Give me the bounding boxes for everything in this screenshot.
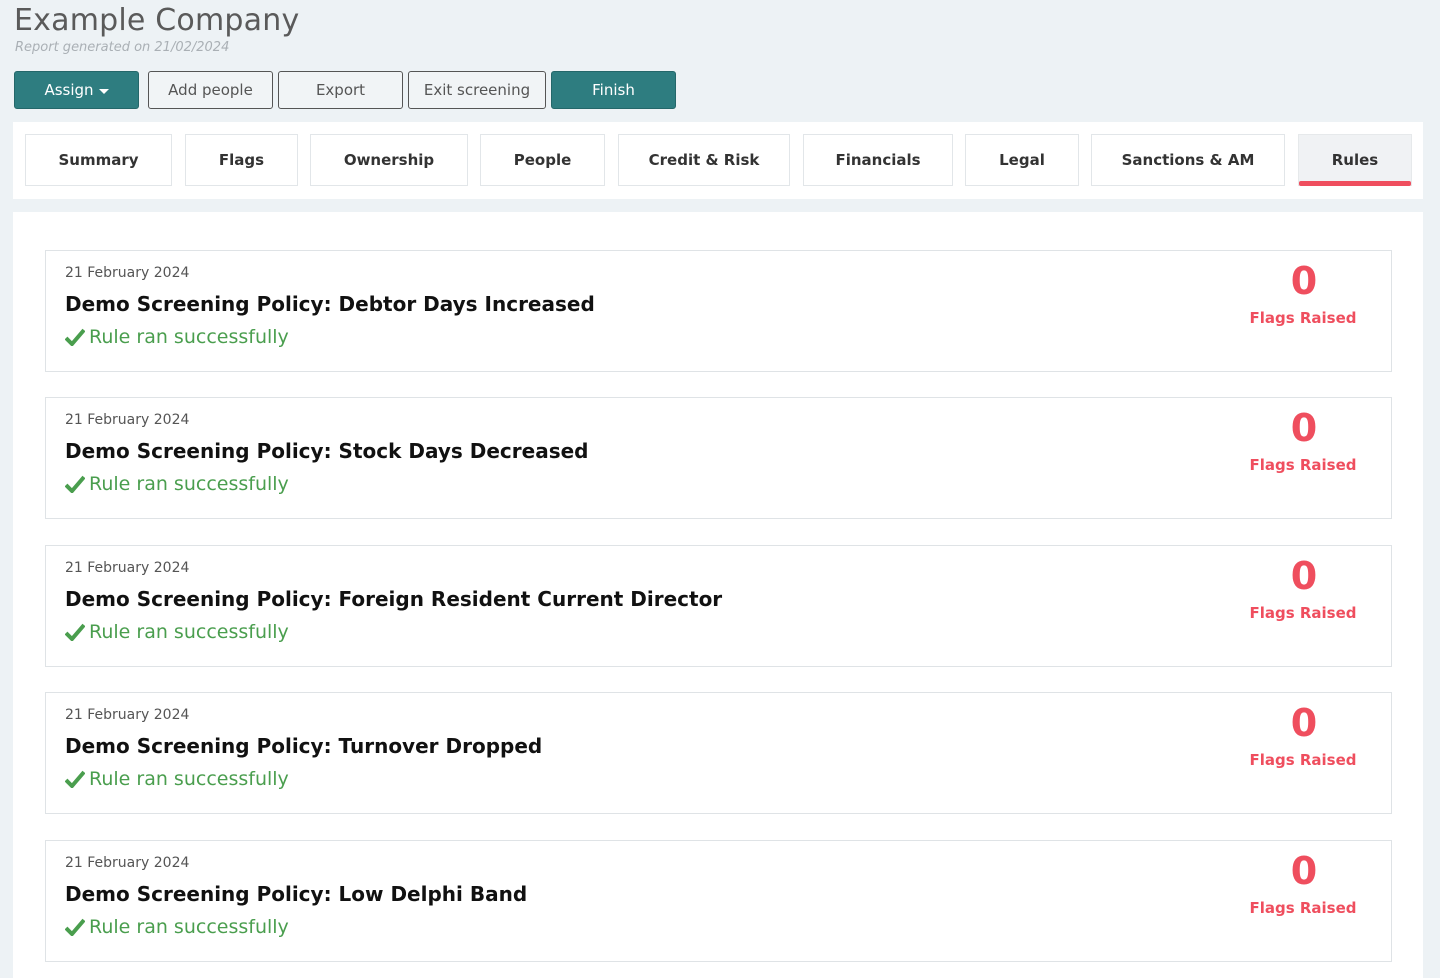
tab-flags[interactable]: Flags bbox=[185, 134, 298, 186]
check-icon bbox=[65, 623, 85, 641]
flags-raised-label: Flags Raised bbox=[1249, 751, 1357, 769]
tab-rules[interactable]: Rules bbox=[1298, 134, 1412, 186]
rule-date: 21 February 2024 bbox=[65, 707, 190, 723]
rule-date: 21 February 2024 bbox=[65, 412, 190, 428]
rule-date: 21 February 2024 bbox=[65, 560, 190, 576]
flags-count: 0 bbox=[1290, 259, 1318, 303]
rule-title: Demo Screening Policy: Turnover Dropped bbox=[65, 734, 543, 758]
exit-screening-button[interactable]: Exit screening bbox=[408, 71, 546, 109]
rule-card: 21 February 2024 Demo Screening Policy: … bbox=[45, 545, 1392, 667]
tab-legal[interactable]: Legal bbox=[965, 134, 1079, 186]
company-title: Example Company bbox=[14, 3, 300, 38]
rule-card: 21 February 2024 Demo Screening Policy: … bbox=[45, 840, 1392, 962]
rule-status: Rule ran successfully bbox=[65, 326, 289, 348]
rule-title: Demo Screening Policy: Foreign Resident … bbox=[65, 587, 723, 611]
rule-card: 21 February 2024 Demo Screening Policy: … bbox=[45, 692, 1392, 814]
rules-panel: 21 February 2024 Demo Screening Policy: … bbox=[13, 212, 1423, 978]
flags-count: 0 bbox=[1290, 849, 1318, 893]
flags-raised-label: Flags Raised bbox=[1249, 604, 1357, 622]
tab-financials[interactable]: Financials bbox=[803, 134, 953, 186]
rule-status: Rule ran successfully bbox=[65, 621, 289, 643]
check-icon bbox=[65, 475, 85, 493]
rule-date: 21 February 2024 bbox=[65, 855, 190, 871]
assign-button[interactable]: Assign bbox=[14, 71, 139, 109]
caret-down-icon bbox=[98, 88, 109, 94]
rule-status-text: Rule ran successfully bbox=[89, 326, 289, 348]
check-icon bbox=[65, 918, 85, 936]
flags-count: 0 bbox=[1290, 701, 1318, 745]
rule-status-text: Rule ran successfully bbox=[89, 621, 289, 643]
rule-date: 21 February 2024 bbox=[65, 265, 190, 281]
flags-count: 0 bbox=[1290, 406, 1318, 450]
export-button[interactable]: Export bbox=[278, 71, 403, 109]
rule-status: Rule ran successfully bbox=[65, 768, 289, 790]
flags-raised-label: Flags Raised bbox=[1249, 309, 1357, 327]
assign-label: Assign bbox=[44, 81, 94, 99]
rule-title: Demo Screening Policy: Stock Days Decrea… bbox=[65, 439, 589, 463]
rule-status-text: Rule ran successfully bbox=[89, 916, 289, 938]
finish-button[interactable]: Finish bbox=[551, 71, 676, 109]
tab-summary[interactable]: Summary bbox=[25, 134, 172, 186]
flags-count: 0 bbox=[1290, 554, 1318, 598]
check-icon bbox=[65, 770, 85, 788]
tab-ownership[interactable]: Ownership bbox=[310, 134, 468, 186]
rule-title: Demo Screening Policy: Low Delphi Band bbox=[65, 882, 528, 906]
rule-card: 21 February 2024 Demo Screening Policy: … bbox=[45, 397, 1392, 519]
add-people-button[interactable]: Add people bbox=[148, 71, 273, 109]
tab-people[interactable]: People bbox=[480, 134, 605, 186]
flags-raised-label: Flags Raised bbox=[1249, 899, 1357, 917]
check-icon bbox=[65, 328, 85, 346]
tab-sanctions-am[interactable]: Sanctions & AM bbox=[1091, 134, 1285, 186]
rule-title: Demo Screening Policy: Debtor Days Incre… bbox=[65, 292, 595, 316]
flags-raised-label: Flags Raised bbox=[1249, 456, 1357, 474]
rule-status: Rule ran successfully bbox=[65, 473, 289, 495]
report-generated-date: Report generated on 21/02/2024 bbox=[15, 40, 230, 55]
rule-card: 21 February 2024 Demo Screening Policy: … bbox=[45, 250, 1392, 372]
rule-status: Rule ran successfully bbox=[65, 916, 289, 938]
tabs-bar: Summary Flags Ownership People Credit & … bbox=[13, 122, 1423, 199]
tab-credit-risk[interactable]: Credit & Risk bbox=[618, 134, 790, 186]
rule-status-text: Rule ran successfully bbox=[89, 768, 289, 790]
rule-status-text: Rule ran successfully bbox=[89, 473, 289, 495]
